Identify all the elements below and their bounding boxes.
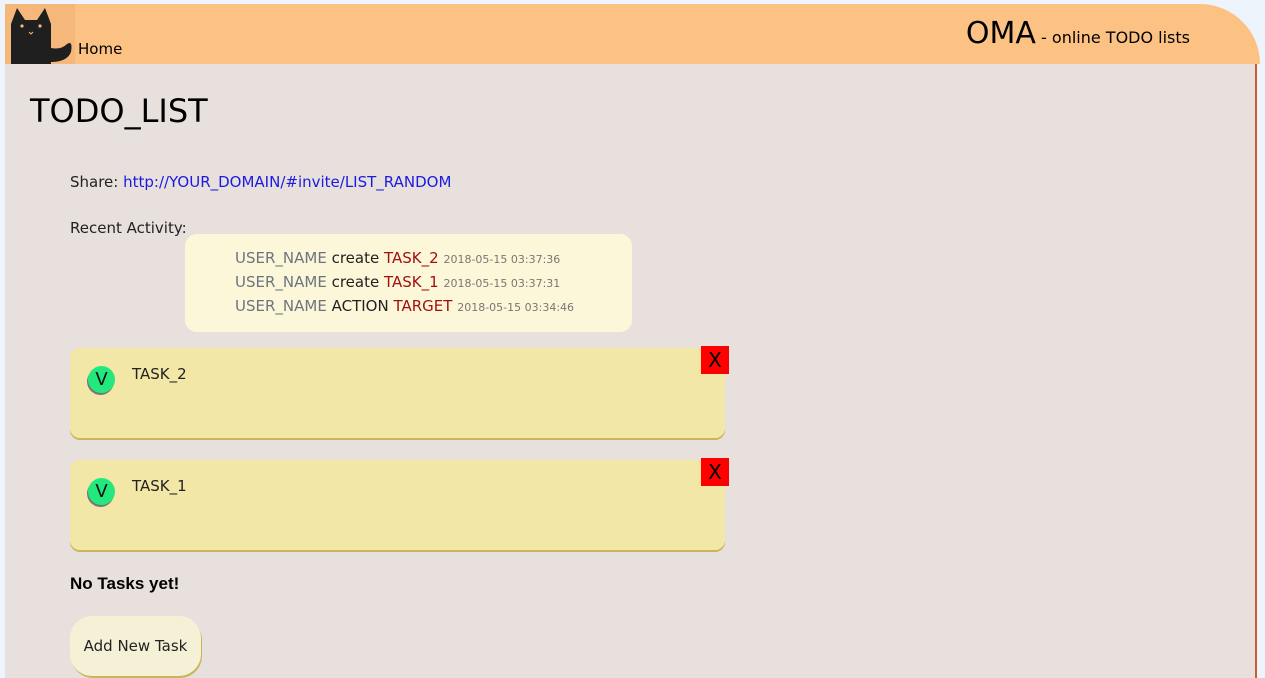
brand-title: OMA — [965, 16, 1036, 51]
brand-subtitle: - online TODO lists — [1035, 28, 1190, 47]
task-name[interactable]: TASK_1 — [132, 477, 187, 495]
brand: OMA - online TODO lists — [966, 16, 1190, 51]
activity-action: create — [331, 273, 380, 291]
task-name[interactable]: TASK_2 — [132, 365, 187, 383]
add-task-button[interactable]: Add New Task — [70, 616, 201, 676]
share-label: Share: — [70, 173, 124, 191]
activity-user: USER_NAME — [235, 297, 327, 315]
task-card: V TASK_1 X — [70, 458, 729, 550]
activity-time: 2018-05-15 03:37:31 — [443, 277, 561, 290]
empty-tasks-message: No Tasks yet! — [70, 574, 180, 593]
main-content: TODO_LIST Share: http://YOUR_DOMAIN/#inv… — [5, 64, 1257, 678]
activity-target: TASK_2 — [384, 249, 439, 267]
activity-time: 2018-05-15 03:37:36 — [443, 253, 561, 266]
check-circle-icon[interactable]: V — [88, 478, 115, 505]
activity-entry: USER_NAME ACTION TARGET 2018-05-15 03:34… — [235, 297, 574, 315]
activity-action: create — [331, 249, 380, 267]
check-circle-icon[interactable]: V — [88, 366, 115, 393]
activity-action: ACTION — [331, 297, 389, 315]
activity-user: USER_NAME — [235, 273, 327, 291]
task-card: V TASK_2 X — [70, 346, 729, 438]
share-row: Share: http://YOUR_DOMAIN/#invite/LIST_R… — [70, 173, 451, 191]
activity-user: USER_NAME — [235, 249, 327, 267]
share-link[interactable]: http://YOUR_DOMAIN/#invite/LIST_RANDOM — [123, 173, 451, 191]
delete-task-button[interactable]: X — [701, 458, 729, 486]
activity-target: TASK_1 — [384, 273, 439, 291]
activity-target: TARGET — [393, 297, 453, 315]
page-title: TODO_LIST — [30, 92, 208, 130]
home-link[interactable]: Home — [78, 40, 122, 58]
recent-activity-label: Recent Activity: — [70, 219, 187, 237]
black-cat-icon[interactable] — [5, 4, 75, 64]
activity-feed: USER_NAME create TASK_2 2018-05-15 03:37… — [185, 234, 632, 332]
site-header: Home OMA - online TODO lists — [5, 4, 1260, 64]
delete-task-button[interactable]: X — [701, 346, 729, 374]
activity-entry: USER_NAME create TASK_1 2018-05-15 03:37… — [235, 273, 560, 291]
activity-time: 2018-05-15 03:34:46 — [457, 301, 575, 314]
activity-entry: USER_NAME create TASK_2 2018-05-15 03:37… — [235, 249, 560, 267]
